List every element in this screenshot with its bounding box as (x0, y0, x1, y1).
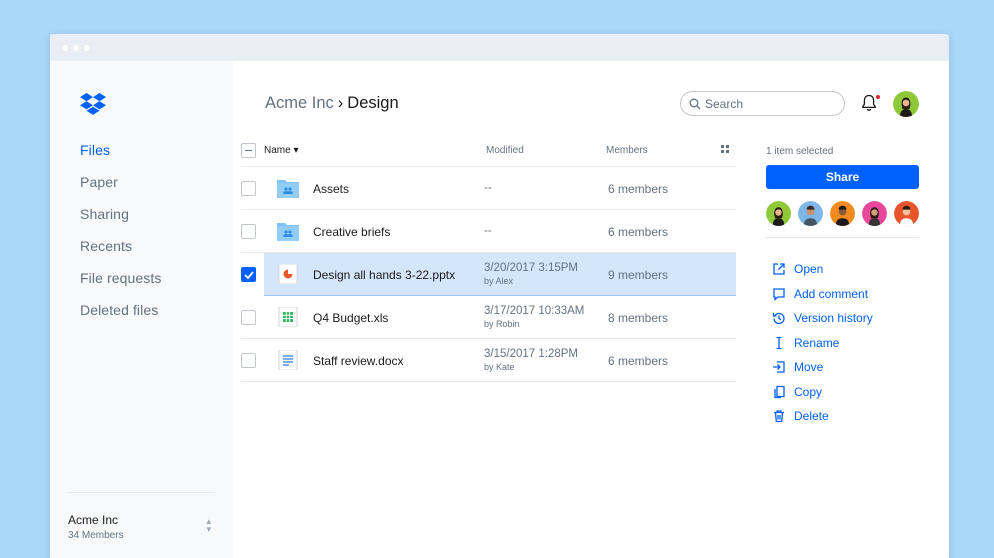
member-avatar[interactable] (862, 201, 887, 226)
member-avatar[interactable] (798, 201, 823, 226)
table-row[interactable]: Staff review.docx 3/15/2017 1:28PM by Kat… (241, 339, 736, 382)
breadcrumb-separator: › (337, 94, 344, 112)
notification-badge (875, 94, 881, 100)
presentation-file-icon (278, 264, 298, 284)
breadcrumb-current: Design (347, 94, 399, 112)
member-count: 8 members (608, 311, 669, 325)
member-count: 6 members (608, 182, 669, 196)
document-file-icon (278, 350, 298, 370)
sidebar-item-paper[interactable]: Paper (80, 173, 161, 205)
modified-by: by Alex (484, 276, 514, 286)
action-label: Copy (794, 384, 823, 399)
team-switcher[interactable]: Acme Inc 34 Members ▴ ▾ (68, 492, 215, 558)
breadcrumb-parent[interactable]: Acme Inc (265, 94, 334, 112)
folder-shared-icon (277, 180, 299, 198)
table-header: Name ▾ Modified Members (241, 135, 736, 167)
action-open[interactable]: Open (772, 257, 873, 282)
team-name: Acme Inc (68, 513, 119, 527)
selection-count: 1 item selected (766, 146, 834, 157)
row-checkbox[interactable] (241, 181, 256, 196)
table-row[interactable]: Creative briefs -- 6 members (241, 210, 736, 253)
member-avatar[interactable] (894, 201, 919, 226)
action-move[interactable]: Move (772, 355, 873, 380)
sidebar-item-file-requests[interactable]: File requests (80, 269, 161, 301)
modified-by: by Kate (484, 362, 515, 372)
share-button[interactable]: Share (766, 165, 919, 189)
sidebar: Files Paper Sharing Recents File request… (50, 61, 233, 558)
modified-by: by Robin (484, 319, 520, 329)
action-copy[interactable]: Copy (772, 380, 873, 405)
folder-shared-icon (277, 223, 299, 241)
member-count: 6 members (608, 225, 669, 239)
action-label: Open (794, 262, 824, 277)
sidebar-nav: Files Paper Sharing Recents File request… (80, 141, 161, 333)
action-add-comment[interactable]: Add comment (772, 282, 873, 307)
row-checkbox[interactable] (241, 310, 256, 325)
sidebar-item-sharing[interactable]: Sharing (80, 205, 161, 237)
column-header-name[interactable]: Name ▾ (264, 145, 298, 156)
move-icon (773, 361, 785, 373)
member-count: 6 members (608, 354, 669, 368)
grid-view-icon[interactable] (721, 145, 729, 153)
spreadsheet-file-icon (278, 307, 298, 327)
modified-date: -- (484, 225, 492, 237)
column-header-members[interactable]: Members (606, 145, 648, 156)
open-icon (773, 263, 785, 275)
row-checkbox-checked[interactable] (241, 267, 256, 282)
row-checkbox[interactable] (241, 353, 256, 368)
trash-icon (774, 410, 784, 423)
file-name[interactable]: Design all hands 3-22.pptx (313, 268, 455, 282)
file-name[interactable]: Staff review.docx (313, 354, 404, 368)
breadcrumb: Acme Inc › Design (265, 94, 399, 113)
file-name[interactable]: Assets (313, 182, 349, 196)
sidebar-item-deleted-files[interactable]: Deleted files (80, 301, 161, 333)
rename-icon (776, 336, 782, 349)
action-label: Move (794, 360, 824, 375)
modified-date: 3/15/2017 1:28PM by Kate (484, 348, 578, 372)
dropbox-logo[interactable] (80, 93, 106, 115)
member-avatar[interactable] (766, 201, 791, 226)
window-control-dot[interactable] (73, 45, 79, 51)
file-table: Name ▾ Modified Members Assets -- 6 memb… (241, 135, 736, 382)
row-checkbox[interactable] (241, 224, 256, 239)
modified-date: 3/17/2017 10:33AM by Robin (484, 305, 585, 329)
member-avatar[interactable] (830, 201, 855, 226)
chevron-up-down-icon[interactable]: ▴ ▾ (206, 517, 211, 534)
file-name[interactable]: Q4 Budget.xls (313, 311, 388, 325)
copy-icon (774, 385, 785, 398)
action-label: Rename (794, 335, 840, 350)
action-label: Delete (794, 409, 829, 424)
action-label: Add comment (794, 286, 869, 301)
search-box[interactable] (680, 91, 845, 116)
title-bar (50, 34, 949, 61)
team-member-count: 34 Members (68, 530, 124, 541)
user-avatar[interactable] (893, 91, 919, 117)
select-all-checkbox[interactable] (241, 143, 256, 158)
search-icon (689, 98, 701, 110)
comment-icon (773, 288, 785, 301)
action-delete[interactable]: Delete (772, 404, 873, 429)
file-name[interactable]: Creative briefs (313, 225, 390, 239)
table-row-selected[interactable]: Design all hands 3-22.pptx 3/20/2017 3:1… (241, 253, 736, 296)
table-row[interactable]: Q4 Budget.xls 3/17/2017 10:33AM by Robin … (241, 296, 736, 339)
history-icon (772, 313, 785, 325)
table-row[interactable]: Assets -- 6 members (241, 167, 736, 210)
modified-date: 3/20/2017 3:15PM by Alex (484, 262, 578, 286)
divider (766, 237, 919, 238)
member-count: 9 members (608, 268, 669, 282)
sidebar-item-recents[interactable]: Recents (80, 237, 161, 269)
window-control-dot[interactable] (84, 45, 90, 51)
action-rename[interactable]: Rename (772, 331, 873, 356)
search-input[interactable] (705, 95, 835, 112)
column-header-modified[interactable]: Modified (486, 145, 524, 156)
sidebar-item-files[interactable]: Files (80, 141, 161, 173)
action-label: Version history (794, 311, 873, 326)
action-version-history[interactable]: Version history (772, 306, 873, 331)
modified-date: -- (484, 182, 492, 194)
app-window: Files Paper Sharing Recents File request… (50, 34, 949, 558)
action-list: Open Add comment Version history Rename … (772, 257, 873, 429)
window-control-dot[interactable] (62, 45, 68, 51)
